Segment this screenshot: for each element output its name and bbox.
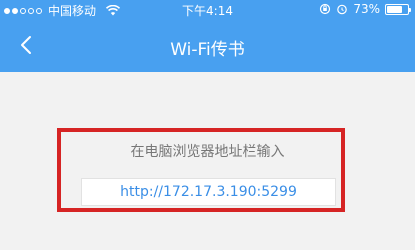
- battery-level: [387, 5, 402, 13]
- top-bar: 中国移动 下午4:14 73% Wi-Fi传书: [0, 0, 415, 72]
- orientation-lock-icon: [320, 3, 331, 15]
- status-bar: 中国移动 下午4:14 73%: [0, 0, 415, 20]
- highlight-box: [57, 128, 345, 212]
- main-content: 在电脑浏览器地址栏输入 http://172.17.3.190:5299: [0, 72, 415, 250]
- alarm-clock-icon: [337, 4, 348, 15]
- battery-percent: 73%: [353, 2, 380, 16]
- status-right: 73%: [319, 2, 411, 16]
- battery-icon: [385, 3, 411, 15]
- navigation-bar: Wi-Fi传书: [0, 20, 415, 72]
- page-title: Wi-Fi传书: [170, 40, 245, 60]
